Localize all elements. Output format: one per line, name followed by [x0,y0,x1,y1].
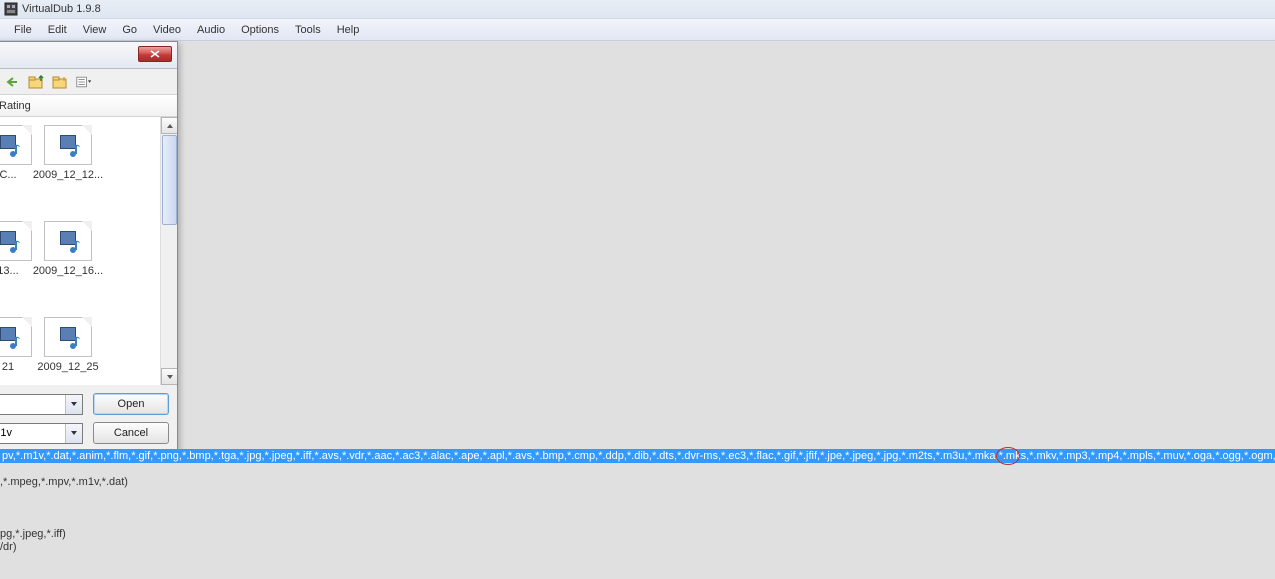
view-menu-icon[interactable] [75,73,93,91]
menu-file[interactable]: File [6,21,40,39]
up-folder-icon[interactable] [27,73,45,91]
filename-combo[interactable] [0,394,83,415]
open-button[interactable]: Open [93,393,169,415]
media-file-icon [0,317,32,357]
menu-bar: File Edit View Go Video Audio Options To… [0,19,1275,41]
menu-audio[interactable]: Audio [189,21,233,39]
media-file-icon [44,221,92,261]
scroll-up-button[interactable] [161,117,177,134]
file-item[interactable]: 2009_12_25 [31,317,105,373]
file-list[interactable]: C... 2009_12_12... 13... 2009_12_16... [0,117,177,385]
dialog-bottom: Open pv,*.m1v Cancel [0,385,177,448]
cancel-button[interactable]: Cancel [93,422,169,444]
file-list-scrollbar[interactable] [160,117,177,385]
chevron-down-icon[interactable] [65,395,82,414]
back-icon[interactable] [3,73,21,91]
video-workspace [0,41,1275,579]
filetype-list-item[interactable]: pg,*.jpeg,*.iff) [0,528,66,540]
filetype-value: pv,*.m1v [0,427,65,439]
filetype-list-item[interactable]: /dr) [0,541,17,553]
file-open-dialog: Rating C... 2009_12_12... 13... [0,41,178,451]
menu-video[interactable]: Video [145,21,189,39]
dialog-titlebar[interactable] [0,42,177,69]
title-bar: VirtualDub 1.9.8 [0,0,1275,19]
menu-view[interactable]: View [75,21,115,39]
menu-tools[interactable]: Tools [287,21,329,39]
media-file-icon [44,317,92,357]
media-file-icon [44,125,92,165]
menu-help[interactable]: Help [329,21,368,39]
media-file-icon [0,221,32,261]
scroll-thumb[interactable] [162,135,177,225]
filetype-list-item[interactable]: ,*.mpeg,*.mpv,*.m1v,*.dat) [0,476,128,488]
file-item[interactable]: 2009_12_12... [31,125,105,181]
menu-options[interactable]: Options [233,21,287,39]
menu-go[interactable]: Go [114,21,145,39]
dialog-toolbar [0,69,177,95]
file-label: 2009_12_25 [31,361,105,373]
scroll-down-button[interactable] [161,368,177,385]
file-label: 2009_12_12... [31,169,105,181]
chevron-down-icon[interactable] [65,424,82,443]
filetype-dropdown-item[interactable]: pv,*.m1v,*.dat,*.anim,*.flm,*.gif,*.png,… [0,449,1275,463]
list-header-rating[interactable]: Rating [0,100,31,112]
filetype-combo[interactable]: pv,*.m1v [0,423,83,444]
file-label: 2009_12_16... [31,265,105,277]
window-title: VirtualDub 1.9.8 [22,3,101,15]
menu-edit[interactable]: Edit [40,21,75,39]
file-item[interactable]: 2009_12_16... [31,221,105,277]
list-header[interactable]: Rating [0,95,177,117]
media-file-icon [0,125,32,165]
new-folder-icon[interactable] [51,73,69,91]
close-button[interactable] [138,46,172,62]
app-icon [4,2,18,16]
